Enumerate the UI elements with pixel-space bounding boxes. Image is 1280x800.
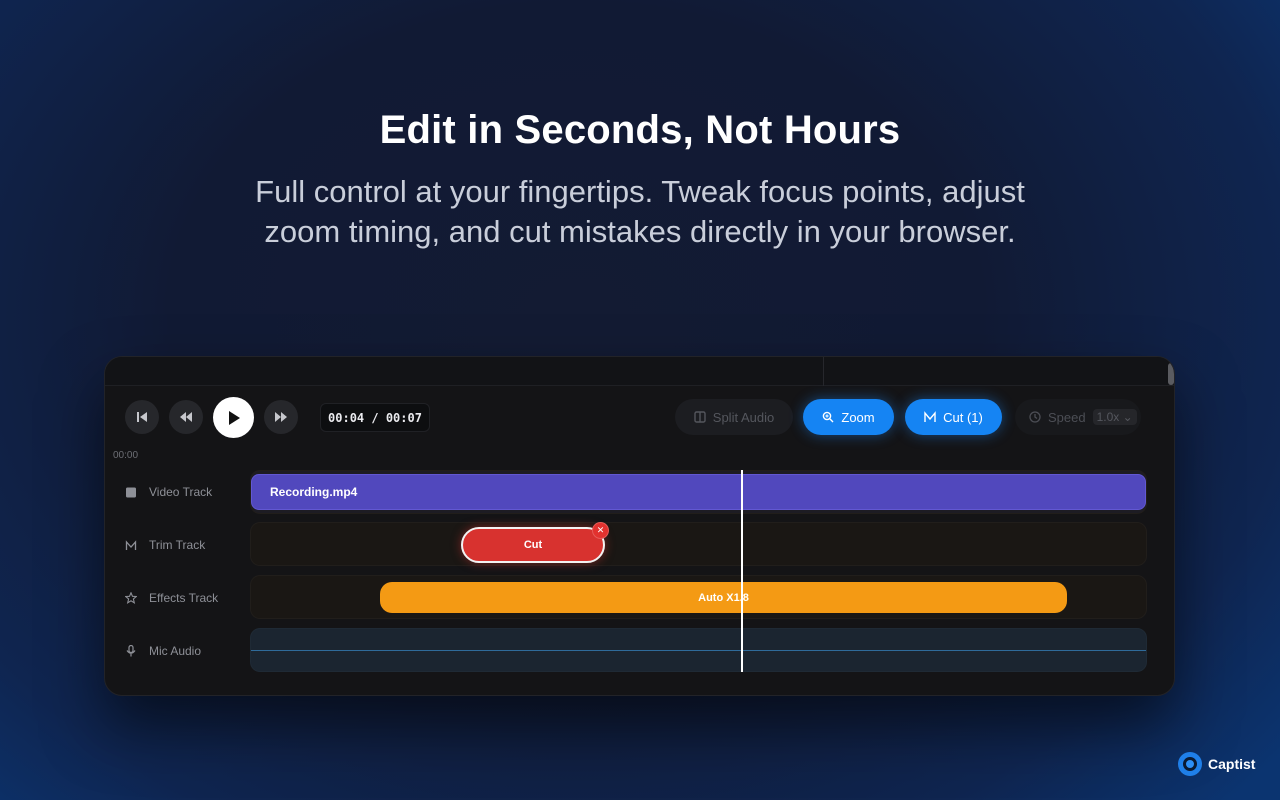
timeline-editor: 00:04 / 00:07 Split Audio Zoom Cut (1) S…: [104, 356, 1175, 696]
video-clip[interactable]: Recording.mp4: [251, 474, 1146, 510]
cut-clip[interactable]: Cut: [461, 527, 605, 563]
cut-icon: [125, 539, 137, 550]
zoom-label: Zoom: [841, 409, 875, 425]
mic-icon: [126, 645, 136, 657]
cut-label: Cut (1): [943, 409, 983, 425]
speed-label: Speed: [1048, 409, 1086, 425]
play-button[interactable]: [213, 397, 254, 438]
preview-strip: [105, 357, 1174, 386]
track-label-trim: Trim Track: [125, 535, 205, 555]
fast-forward-button[interactable]: [264, 400, 298, 434]
cut-icon: [924, 411, 936, 422]
track-label-effects: Effects Track: [125, 588, 218, 608]
cut-button[interactable]: Cut (1): [905, 399, 1002, 435]
cut-clip-label: Cut: [523, 539, 543, 551]
speed-select[interactable]: 1.0x ⌄: [1092, 409, 1137, 425]
audio-waveform: [251, 650, 1146, 651]
chevron-down-icon: ⌄: [1122, 410, 1133, 424]
remove-cut-button[interactable]: ✕: [592, 522, 609, 539]
playhead[interactable]: [741, 470, 743, 672]
speed-control[interactable]: Speed 1.0x ⌄: [1015, 399, 1141, 435]
track-name: Mic Audio: [149, 644, 202, 658]
effect-clip[interactable]: Auto X1.8: [380, 582, 1067, 613]
hero-subtitle: Full control at your fingertips. Tweak f…: [190, 172, 1090, 252]
trim-track-lane[interactable]: [250, 522, 1147, 566]
track-label-mic: Mic Audio: [125, 641, 201, 661]
split-audio-button[interactable]: Split Audio: [675, 399, 793, 435]
fast-forward-icon: [275, 412, 287, 422]
speed-value: 1.0x: [1096, 410, 1120, 424]
hero-title: Edit in Seconds, Not Hours: [379, 108, 901, 152]
skip-to-start-button[interactable]: [125, 400, 159, 434]
hero-subtitle-line2: zoom timing, and cut mistakes directly i…: [264, 214, 1016, 249]
close-icon: ✕: [596, 525, 605, 535]
captist-logo-icon: [1178, 752, 1202, 776]
rewind-button[interactable]: [169, 400, 203, 434]
scrollbar[interactable]: [1168, 363, 1174, 385]
timecode-display: 00:04 / 00:07: [320, 403, 430, 432]
clock-icon: [1029, 411, 1041, 423]
star-icon: [125, 592, 137, 604]
track-name: Video Track: [149, 485, 213, 499]
square-icon: [126, 487, 136, 497]
split-audio-label: Split Audio: [712, 409, 775, 425]
brand-name: Captist: [1208, 756, 1256, 772]
brand-logo: Captist: [1178, 752, 1255, 776]
preview-divider: [823, 357, 824, 386]
play-icon: [228, 410, 240, 425]
zoom-icon: [823, 411, 834, 423]
track-name: Effects Track: [149, 591, 219, 605]
split-icon: [694, 411, 706, 423]
zoom-button[interactable]: Zoom: [803, 399, 894, 435]
hero-subtitle-line1: Full control at your fingertips. Tweak f…: [255, 174, 1025, 209]
track-name: Trim Track: [149, 538, 206, 552]
skip-start-icon: [137, 412, 147, 422]
track-label-video: Video Track: [125, 482, 212, 502]
rewind-icon: [180, 412, 192, 422]
video-clip-label: Recording.mp4: [270, 485, 358, 499]
timeline-ruler-start: 00:00: [113, 450, 139, 461]
